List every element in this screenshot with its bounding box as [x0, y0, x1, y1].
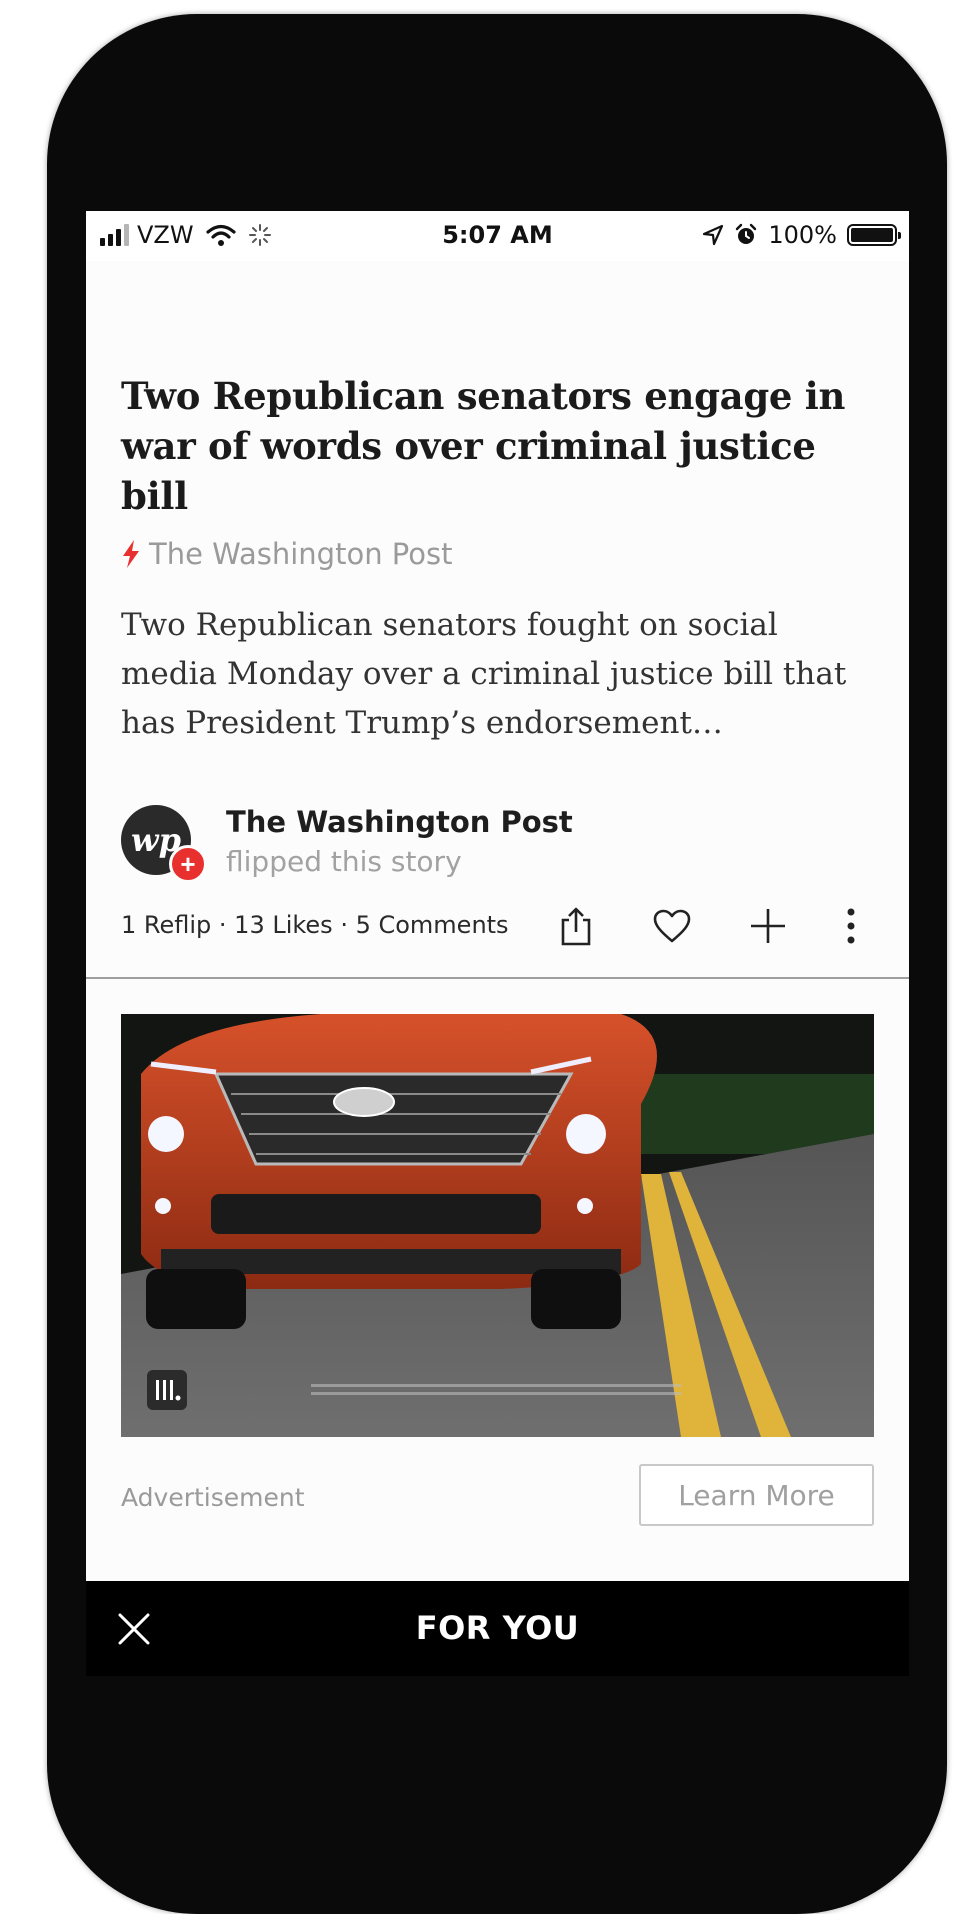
author-row: wp + The Washington Post flipped this st…: [121, 805, 881, 885]
section-title[interactable]: FOR YOU: [86, 1581, 909, 1676]
ad-car-image: [121, 1014, 874, 1437]
battery-icon: [847, 224, 901, 246]
section-divider: [86, 977, 909, 979]
action-bar: [86, 901, 909, 951]
learn-more-button[interactable]: Learn More: [639, 1464, 874, 1526]
like-button[interactable]: [647, 901, 697, 951]
more-options-button[interactable]: [826, 901, 876, 951]
share-icon: [561, 907, 591, 946]
bottom-bar: FOR YOU: [86, 1581, 909, 1676]
share-button[interactable]: [551, 901, 601, 951]
ad-video[interactable]: [121, 1014, 874, 1437]
heart-icon: [653, 909, 691, 943]
author-subtitle: flipped this story: [226, 845, 462, 878]
article-headline[interactable]: Two Republican senators engage in war of…: [121, 371, 881, 521]
status-right: 100%: [702, 221, 901, 249]
plus-icon: [751, 909, 785, 943]
more-vertical-icon: [847, 908, 855, 944]
status-bar: VZW 5:07 AM 100%: [86, 211, 909, 261]
media-badge-icon: [147, 1370, 187, 1410]
location-arrow-icon: [703, 224, 724, 246]
lightning-bolt-icon: [123, 540, 139, 568]
app-screen: VZW 5:07 AM 100% Two Republican senators…: [86, 211, 909, 1676]
follow-button[interactable]: +: [169, 845, 207, 883]
author-name[interactable]: The Washington Post: [226, 805, 573, 839]
source-name: The Washington Post: [149, 537, 453, 571]
article-excerpt[interactable]: Two Republican senators fought on social…: [121, 601, 881, 748]
flip-add-button[interactable]: [743, 901, 793, 951]
alarm-icon: [736, 223, 757, 244]
article-source[interactable]: The Washington Post: [121, 537, 452, 571]
advertisement-label: Advertisement: [121, 1483, 305, 1512]
battery-percent: 100%: [768, 221, 837, 249]
